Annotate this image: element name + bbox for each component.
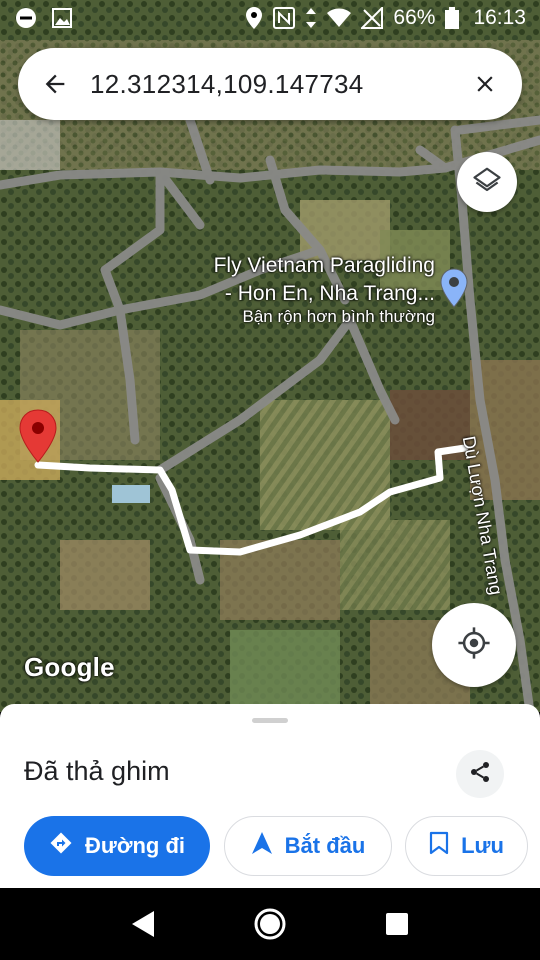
poi-name-line1: Fly Vietnam Paragliding: [213, 254, 435, 277]
dnd-icon: [14, 6, 38, 30]
sheet-title: Đã thả ghim: [24, 756, 170, 786]
poi-name[interactable]: Fly Vietnam Paragliding - Hon En, Nha Tr…: [180, 252, 435, 308]
back-triangle-icon[interactable]: [113, 894, 173, 954]
poi-busy-status: Bận rộn hơn bình thường: [242, 307, 435, 326]
start-button[interactable]: Bắt đầu: [224, 816, 392, 876]
directions-icon: [49, 831, 73, 861]
home-circle-icon[interactable]: [240, 894, 300, 954]
share-icon: [468, 760, 492, 789]
wifi-icon: [327, 8, 352, 28]
system-nav-bar: [0, 888, 540, 960]
nfc-icon: [273, 7, 296, 29]
save-label: Lưu: [461, 833, 504, 858]
arrow-left-icon[interactable]: [38, 67, 72, 101]
gallery-icon: [50, 6, 74, 30]
close-icon[interactable]: [468, 67, 502, 101]
start-label: Bắt đầu: [284, 833, 366, 858]
location-icon: [245, 6, 263, 30]
layers-button[interactable]: [457, 152, 517, 212]
directions-button[interactable]: Đường đi: [24, 816, 210, 876]
navigation-arrow-icon: [251, 831, 273, 861]
data-icon: [305, 7, 317, 29]
poi-name-line2: - Hon En, Nha Trang...: [224, 282, 435, 305]
my-location-icon: [457, 626, 491, 665]
share-button[interactable]: [456, 750, 504, 798]
directions-label: Đường đi: [85, 833, 185, 858]
place-sheet[interactable]: Đã thả ghim Đường đi Bắt đầu Lưu: [0, 704, 540, 888]
google-logo: Google: [24, 652, 115, 682]
layers-icon: [472, 165, 502, 200]
battery-icon: [445, 7, 460, 29]
poi-pin-icon[interactable]: [440, 268, 468, 308]
bookmark-icon: [429, 831, 449, 861]
sheet-drag-handle[interactable]: [252, 718, 288, 723]
status-bar: 66% 16:13: [0, 0, 540, 36]
save-button[interactable]: Lưu: [405, 816, 528, 876]
search-query[interactable]: 12.312314,109.147734: [90, 69, 468, 100]
recents-square-icon[interactable]: [367, 894, 427, 954]
clock: 16:13: [473, 6, 526, 29]
dropped-pin-icon[interactable]: [18, 408, 58, 464]
my-location-button[interactable]: [432, 603, 516, 687]
search-bar[interactable]: 12.312314,109.147734: [18, 48, 522, 120]
battery-percent: 66%: [393, 6, 436, 29]
signal-icon: [361, 7, 384, 29]
